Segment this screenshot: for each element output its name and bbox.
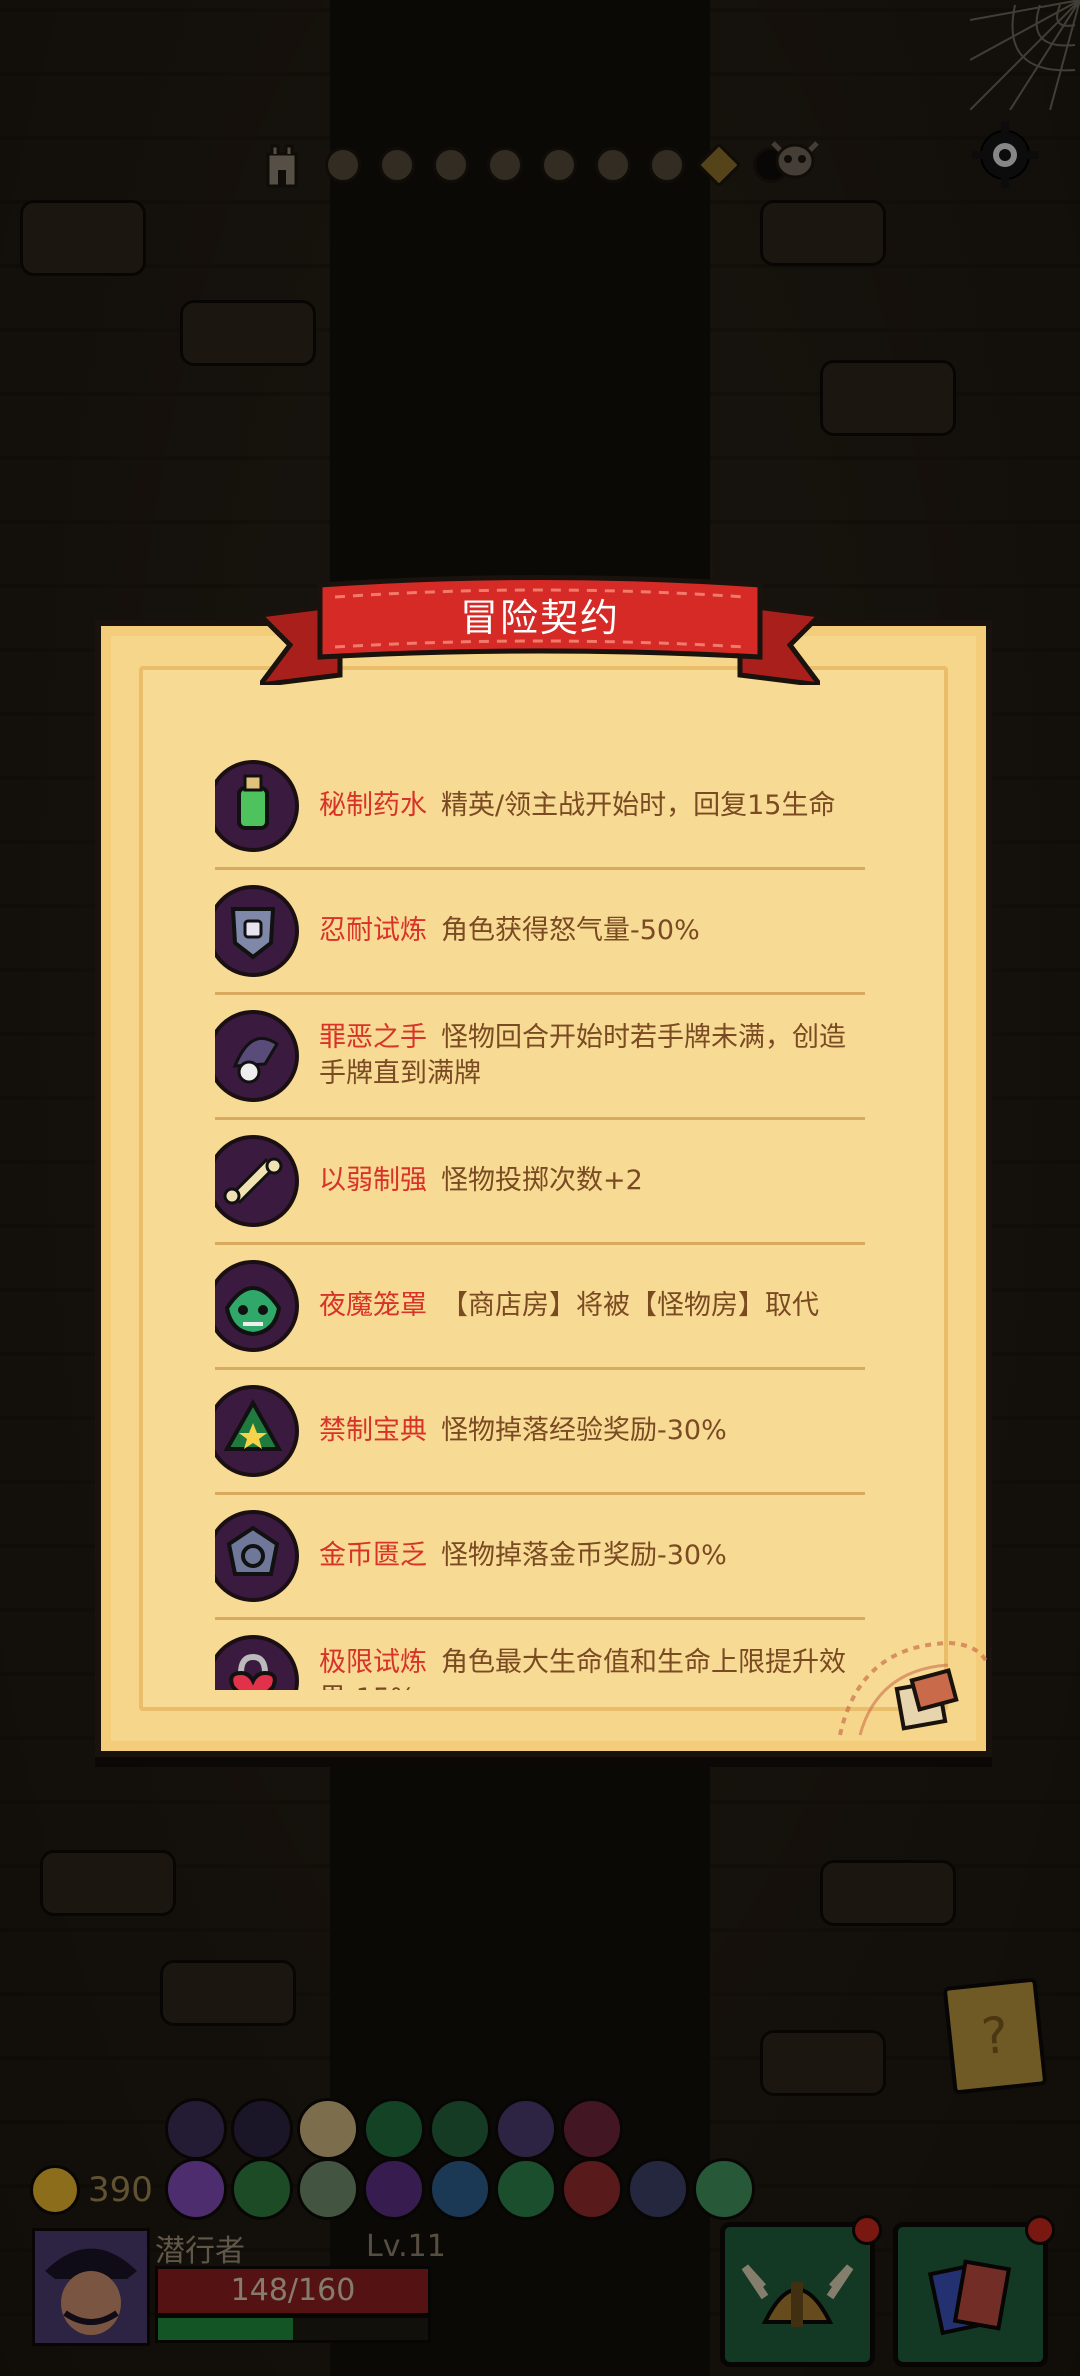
contract-name: 秘制药水 <box>319 790 427 821</box>
contract-desc: 怪物投掷次数+2 <box>441 1165 643 1196</box>
contract-name: 夜魔笼罩 <box>319 1290 427 1321</box>
contract-desc: 怪物掉落经验奖励-30% <box>441 1415 727 1446</box>
contract-text: 极限试炼角色最大生命值和生命上限提升效果-15% <box>319 1645 859 1690</box>
wax-stamp-icon <box>838 1640 990 1736</box>
contract-name: 禁制宝典 <box>319 1415 427 1446</box>
contract-text: 忍耐试炼 角色获得怒气量-50% <box>319 913 859 949</box>
contract-item: 夜魔笼罩 【商店房】将被【怪物房】取代 <box>215 1245 865 1370</box>
fist-shield-icon <box>215 883 301 979</box>
contract-text: 以弱制强 怪物投掷次数+2 <box>319 1163 859 1199</box>
contract-desc: 角色获得怒气量-50% <box>441 915 700 946</box>
contract-desc: 精英/领主战开始时，回复15生命 <box>441 790 836 821</box>
potion-icon <box>215 758 301 854</box>
contract-text: 罪恶之手 怪物回合开始时若手牌未满，创造手牌直到满牌 <box>319 1020 859 1092</box>
heart-lock-icon <box>215 1633 301 1690</box>
raven-skull-icon <box>215 1008 301 1104</box>
contract-desc: 【商店房】将被【怪物房】取代 <box>441 1290 819 1321</box>
contract-item: 极限试炼角色最大生命值和生命上限提升效果-15% <box>215 1620 865 1690</box>
contract-item: 禁制宝典 怪物掉落经验奖励-30% <box>215 1370 865 1495</box>
contract-name: 极限试炼 <box>319 1647 427 1678</box>
contract-name: 以弱制强 <box>319 1165 427 1196</box>
contract-text: 禁制宝典 怪物掉落经验奖励-30% <box>319 1413 859 1449</box>
contract-desc: 怪物掉落金币奖励-30% <box>441 1540 727 1571</box>
contract-item: 秘制药水 精英/领主战开始时，回复15生命 <box>215 745 865 870</box>
contract-item: 金币匮乏 怪物掉落金币奖励-30% <box>215 1495 865 1620</box>
contract-text: 夜魔笼罩 【商店房】将被【怪物房】取代 <box>319 1288 859 1324</box>
contract-item: 忍耐试炼 角色获得怒气量-50% <box>215 870 865 995</box>
contract-list[interactable]: 秘制药水 精英/领主战开始时，回复15生命 忍耐试炼 角色获得怒气量-50% 罪恶之… <box>215 745 865 1690</box>
contract-name: 金币匮乏 <box>319 1540 427 1571</box>
contract-text: 秘制药水 精英/领主战开始时，回复15生命 <box>319 788 859 824</box>
star-book-icon <box>215 1383 301 1479</box>
contract-name: 罪恶之手 <box>319 1022 427 1053</box>
contract-item: 以弱制强 怪物投掷次数+2 <box>215 1120 865 1245</box>
dialog-title: 冒险契约 <box>459 596 620 640</box>
coin-shield-icon <box>215 1508 301 1604</box>
contract-name: 忍耐试炼 <box>319 915 427 946</box>
contract-text: 金币匮乏 怪物掉落金币奖励-30% <box>319 1538 859 1574</box>
monster-face-icon <box>215 1258 301 1354</box>
bone-icon <box>215 1133 301 1229</box>
contract-item: 罪恶之手 怪物回合开始时若手牌未满，创造手牌直到满牌 <box>215 995 865 1120</box>
